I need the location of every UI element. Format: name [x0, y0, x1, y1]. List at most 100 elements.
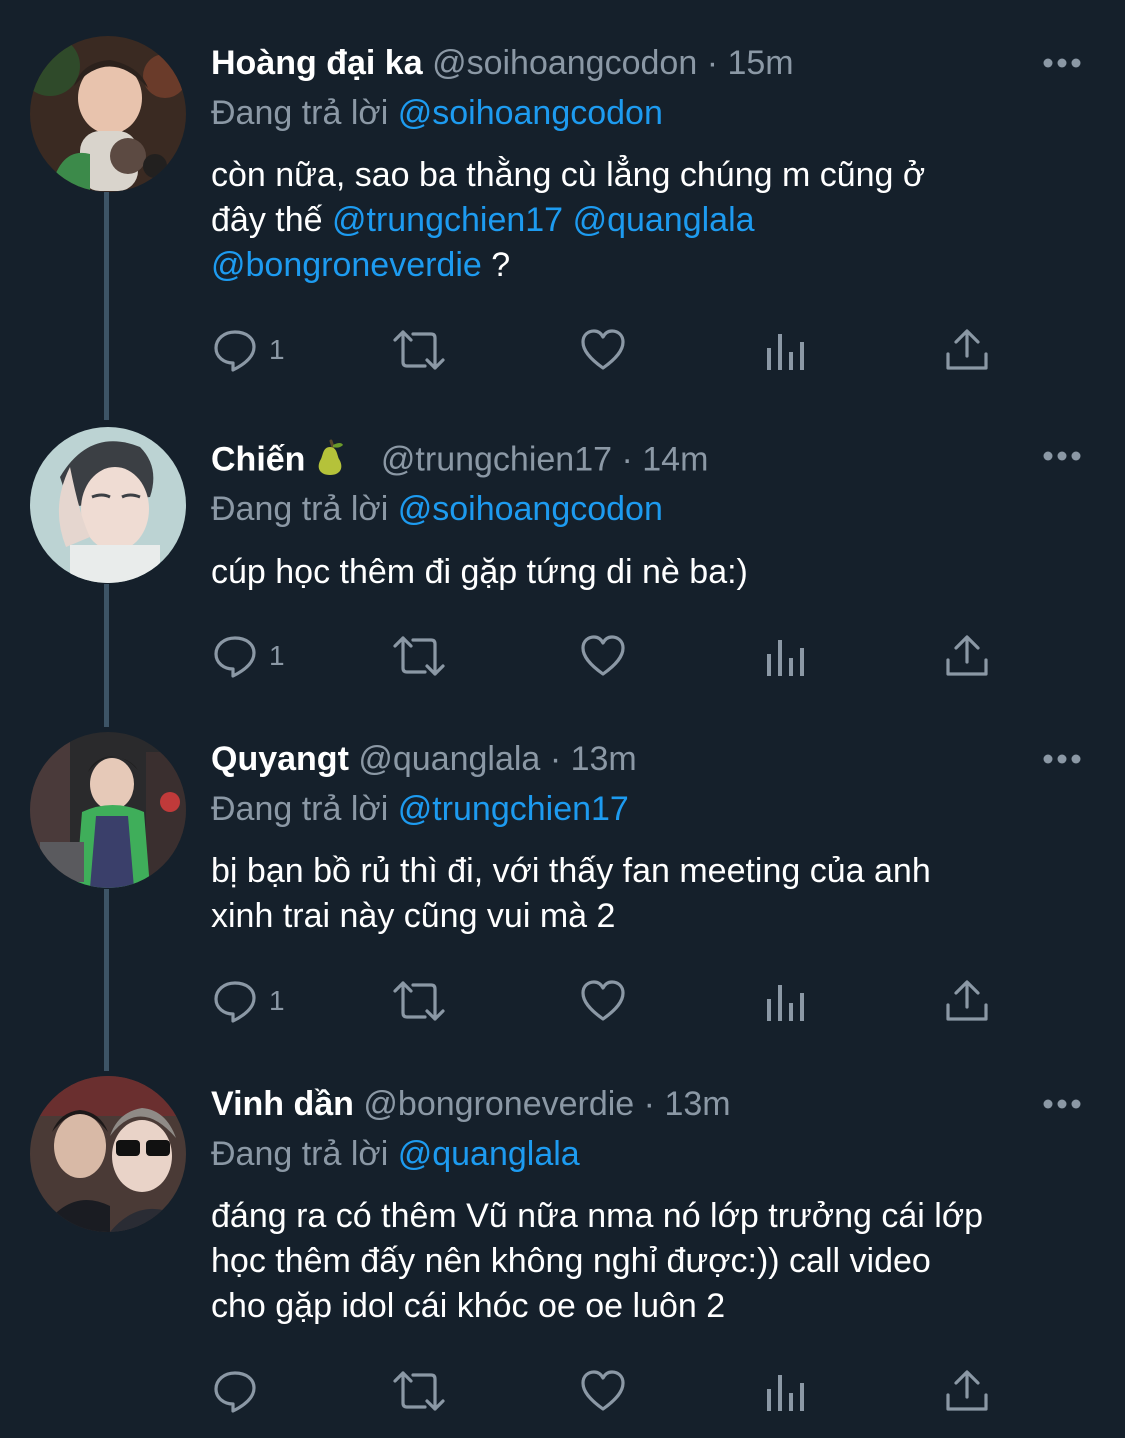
more-icon[interactable] — [1042, 753, 1082, 765]
share-icon — [946, 980, 988, 1021]
like-button[interactable] — [579, 976, 627, 1026]
reply-icon — [214, 1371, 256, 1413]
display-name[interactable]: Vinh dần — [211, 1085, 354, 1123]
replying-to: Đang trả lời @quanglala — [211, 1134, 580, 1174]
tweet-text-line: đây thế @trungchien17 @quanglala — [211, 198, 1101, 243]
analytics-icon — [767, 334, 804, 370]
timestamp[interactable]: 15m — [727, 44, 793, 82]
tweet-text-line: đáng ra có thêm Vũ nữa nma nó lớp trưởng… — [211, 1197, 984, 1235]
avatar[interactable] — [30, 427, 186, 583]
reply-button[interactable]: 1 — [211, 631, 285, 681]
share-button[interactable] — [944, 1366, 990, 1416]
timestamp[interactable]: 14m — [642, 440, 708, 478]
replying-to-mention[interactable]: @soihoangcodon — [398, 94, 663, 132]
reply-button[interactable] — [211, 1366, 269, 1416]
analytics-icon — [767, 985, 804, 1021]
separator-dot: · — [706, 44, 719, 82]
analytics-icon — [767, 1375, 804, 1411]
like-button[interactable] — [579, 325, 627, 375]
display-name[interactable]: Chiến — [211, 440, 305, 478]
share-button[interactable] — [944, 631, 990, 681]
replying-label: Đang trả lời — [211, 94, 389, 132]
tweet-text: còn nữa, sao ba thằng cù lẳng chúng m cũ… — [211, 153, 1101, 288]
mention-link[interactable]: @quanglala — [573, 201, 755, 239]
tweet-header: Chiến @trungchien17 · 14m — [211, 437, 708, 486]
heart-icon — [581, 1370, 625, 1411]
reply-count: 1 — [269, 640, 285, 671]
views-button[interactable] — [764, 325, 808, 375]
reply-button[interactable]: 1 — [211, 976, 285, 1026]
display-name[interactable]: Hoàng đại ka — [211, 44, 423, 82]
avatar-photo — [30, 36, 186, 192]
thread-line — [104, 889, 109, 1071]
thread-line — [104, 584, 109, 727]
replying-to: Đang trả lời @soihoangcodon — [211, 93, 663, 133]
tweet-text: đáng ra có thêm Vũ nữa nma nó lớp trưởng… — [211, 1194, 1101, 1329]
share-icon — [946, 329, 988, 370]
share-button[interactable] — [944, 976, 990, 1026]
retweet-button[interactable] — [391, 1366, 447, 1416]
pear-emoji-icon — [313, 437, 347, 486]
action-bar: 1 — [211, 631, 1011, 681]
tweet-text-line: còn nữa, sao ba thằng cù lẳng chúng m cũ… — [211, 156, 926, 194]
separator-dot: · — [643, 1085, 655, 1123]
replying-to-mention[interactable]: @quanglala — [398, 1135, 580, 1173]
thread-line — [104, 192, 109, 420]
more-icon[interactable] — [1042, 1098, 1082, 1110]
retweet-icon — [393, 636, 445, 676]
avatar[interactable] — [30, 36, 186, 192]
retweet-icon — [393, 981, 445, 1021]
tweet-header: Quyangt @quanglala · 13m — [211, 739, 637, 779]
user-handle[interactable]: @trungchien17 — [381, 440, 612, 478]
share-icon — [946, 1370, 988, 1411]
avatar[interactable] — [30, 732, 186, 888]
action-bar: 1 — [211, 976, 1011, 1026]
like-button[interactable] — [579, 1366, 627, 1416]
tweet-text-segment: ? — [481, 246, 511, 284]
mention-link[interactable]: @trungchien17 — [332, 201, 563, 239]
retweet-icon — [393, 330, 445, 370]
tweet-text: cúp học thêm đi gặp tứng di nè ba:) — [211, 550, 1101, 595]
reply-count: 1 — [269, 334, 285, 365]
action-bar — [211, 1366, 1011, 1416]
tweet-text-line: @bongroneverdie ? — [211, 243, 1101, 288]
retweet-button[interactable] — [391, 976, 447, 1026]
retweet-button[interactable] — [391, 631, 447, 681]
replying-to-mention[interactable]: @trungchien17 — [398, 790, 629, 828]
retweet-button[interactable] — [391, 325, 447, 375]
replying-label: Đang trả lời — [211, 490, 389, 528]
user-handle[interactable]: @bongroneverdie — [363, 1085, 634, 1123]
avatar-photo — [30, 1076, 186, 1232]
timestamp[interactable]: 13m — [664, 1085, 730, 1123]
action-bar: 1 — [211, 325, 1011, 375]
reply-button[interactable]: 1 — [211, 325, 285, 375]
avatar[interactable] — [30, 1076, 186, 1232]
display-name[interactable]: Quyangt — [211, 740, 349, 778]
timestamp[interactable]: 13m — [571, 740, 637, 778]
like-button[interactable] — [579, 631, 627, 681]
tweet-text-line: học thêm đấy nên không nghỉ được:)) call… — [211, 1242, 931, 1280]
heart-icon — [581, 980, 625, 1021]
user-handle[interactable]: @soihoangcodon — [432, 44, 697, 82]
tweet-header: Hoàng đại ka @soihoangcodon · 15m — [211, 43, 794, 83]
tweet-text-line: xinh trai này cũng vui mà 2 — [211, 897, 616, 935]
replying-label: Đang trả lời — [211, 790, 389, 828]
share-button[interactable] — [944, 325, 990, 375]
reply-count: 1 — [269, 985, 285, 1016]
user-handle[interactable]: @quanglala — [358, 740, 540, 778]
tweet-text-segment: đây thế — [211, 201, 323, 239]
reply-icon — [214, 636, 256, 678]
replying-to: Đang trả lời @soihoangcodon — [211, 489, 663, 529]
views-button[interactable] — [764, 1366, 808, 1416]
tweet-text: bị bạn bồ rủ thì đi, với thấy fan meetin… — [211, 849, 1101, 939]
mention-link[interactable]: @bongroneverdie — [211, 246, 482, 284]
replying-to-mention[interactable]: @soihoangcodon — [398, 490, 663, 528]
heart-icon — [581, 635, 625, 676]
views-button[interactable] — [764, 631, 808, 681]
more-icon[interactable] — [1042, 450, 1082, 462]
analytics-icon — [767, 640, 804, 676]
more-icon[interactable] — [1042, 57, 1082, 69]
views-button[interactable] — [764, 976, 808, 1026]
avatar-photo — [30, 427, 186, 583]
retweet-icon — [393, 1371, 445, 1411]
